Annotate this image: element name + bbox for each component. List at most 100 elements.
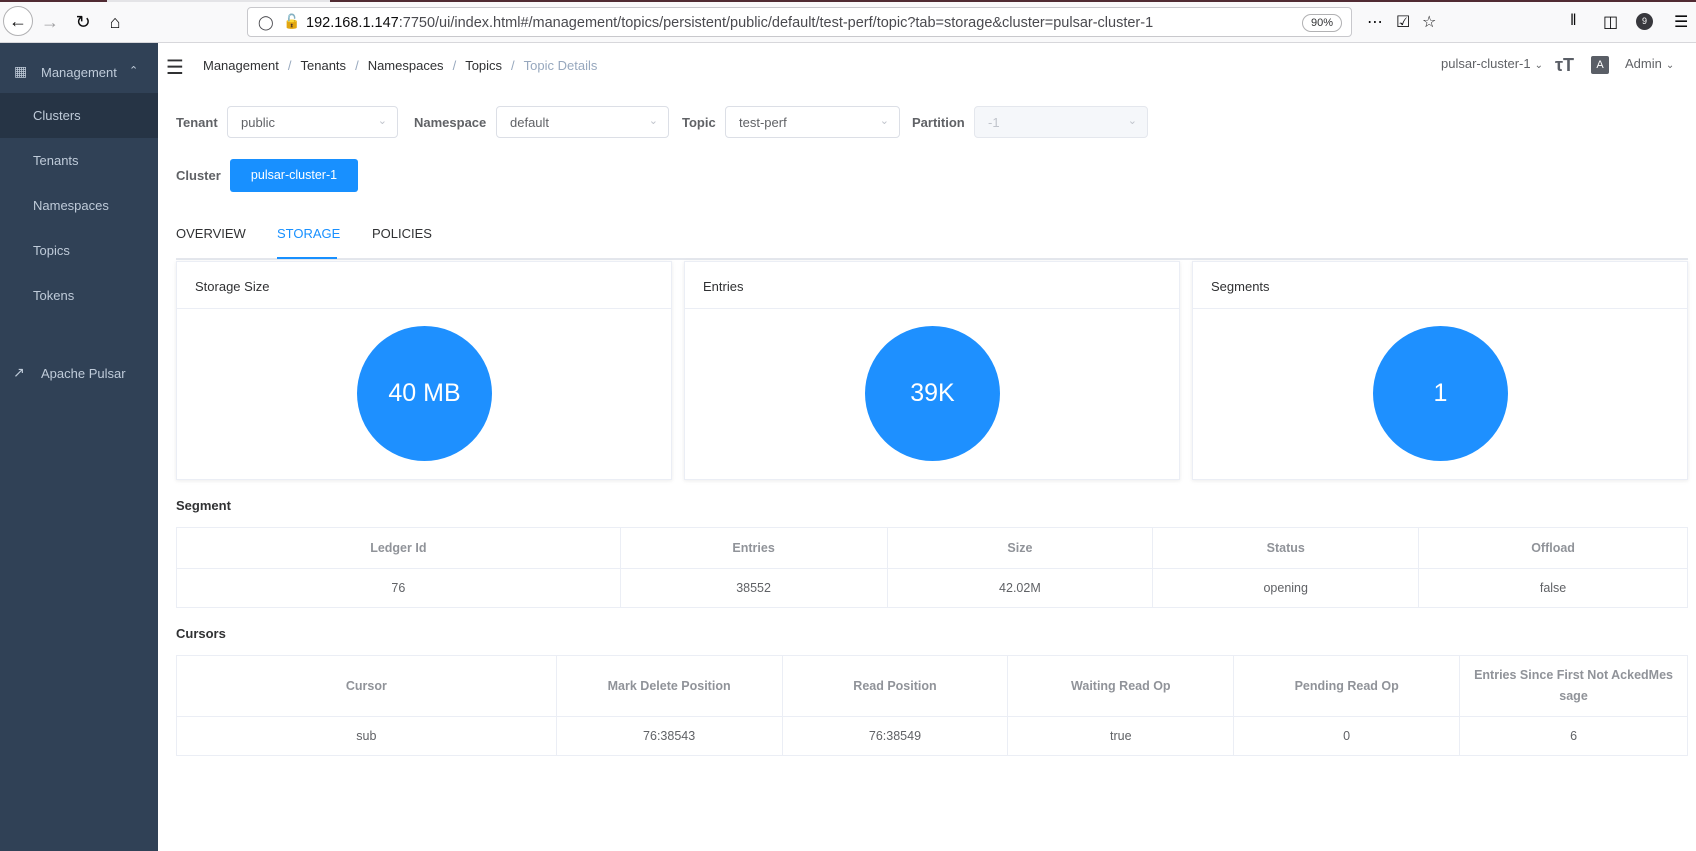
navbar: ☰ Management / Tenants / Namespaces / Topics / T…: [158, 43, 1696, 93]
active-tab-indicator: [277, 257, 337, 259]
partition-select-value: -1: [988, 115, 1000, 130]
cluster-button[interactable]: pulsar-cluster-1: [230, 159, 358, 192]
namespace-select-value: default: [510, 115, 550, 130]
sidebar-toggle-icon[interactable]: ◫: [1603, 12, 1618, 32]
table-header-row: Cursor Mark Delete Position Read Positio…: [176, 655, 1688, 717]
tab-overview[interactable]: OVERVIEW: [176, 226, 246, 241]
cluster-switcher[interactable]: pulsar-cluster-1 ⌄: [1441, 56, 1543, 71]
table-cell: 76:38543: [555, 716, 783, 756]
main-content: Tenant public ⌄ Namespace default ⌄ Topi…: [158, 93, 1696, 851]
column-header[interactable]: Ledger Id: [176, 527, 621, 569]
card-title: Storage Size: [177, 262, 671, 309]
segment-title: Segment: [176, 498, 231, 513]
column-header[interactable]: Cursor: [176, 655, 557, 717]
tenant-label: Tenant: [176, 115, 218, 130]
sidebar-item-tenants[interactable]: Tenants: [0, 138, 158, 183]
sidebar-management-menu[interactable]: ▦ Management ⌃: [0, 53, 158, 91]
reload-button[interactable]: ↻: [69, 8, 97, 36]
topic-label: Topic: [682, 115, 716, 130]
topic-select-value: test-perf: [739, 115, 787, 130]
partition-select[interactable]: -1 ⌄: [974, 106, 1148, 138]
breadcrumb-management[interactable]: Management: [203, 58, 279, 73]
shield-icon[interactable]: ◯: [258, 14, 274, 31]
home-button[interactable]: ⌂: [101, 8, 129, 36]
entries-value: 39K: [865, 326, 1000, 461]
tab-policies[interactable]: POLICIES: [372, 226, 432, 241]
bookmark-star-icon[interactable]: ☆: [1422, 12, 1436, 32]
namespace-label: Namespace: [414, 115, 487, 130]
breadcrumb-topics[interactable]: Topics: [465, 58, 502, 73]
column-header[interactable]: Status: [1152, 527, 1420, 569]
segment-table: Ledger Id Entries Size Status Offload 76…: [176, 527, 1688, 608]
url-text[interactable]: 192.168.1.147:7750/ui/index.html#/manage…: [306, 15, 1153, 31]
extension-badge[interactable]: 9: [1636, 13, 1653, 30]
table-cell: false: [1418, 568, 1688, 608]
breadcrumb-topic-details: Topic Details: [523, 58, 598, 73]
column-header[interactable]: Offload: [1418, 527, 1688, 569]
entries-card: Entries 39K: [684, 261, 1180, 480]
app-menu-icon[interactable]: ☰: [1674, 12, 1688, 32]
address-bar[interactable]: ◯ 🔓 192.168.1.147:7750/ui/index.html#/ma…: [247, 7, 1352, 37]
tenant-select[interactable]: public ⌄: [227, 106, 398, 138]
column-header[interactable]: Waiting Read Op: [1007, 655, 1235, 717]
tab-strip-line: [0, 0, 1696, 2]
cursors-title: Cursors: [176, 626, 226, 641]
reload-icon: ↻: [75, 11, 91, 32]
table-header-row: Ledger Id Entries Size Status Offload: [176, 527, 1688, 569]
sidebar-item-clusters[interactable]: Clusters: [0, 93, 158, 138]
more-actions-icon[interactable]: ⋯: [1367, 12, 1383, 32]
library-icon[interactable]: ‖: [1570, 12, 1577, 30]
cursors-table: Cursor Mark Delete Position Read Positio…: [176, 655, 1688, 756]
pocket-icon[interactable]: ☑: [1396, 12, 1410, 32]
namespace-select[interactable]: default ⌄: [496, 106, 669, 138]
segments-value: 1: [1373, 326, 1508, 461]
table-cell: opening: [1152, 568, 1420, 608]
cluster-switcher-label: pulsar-cluster-1: [1441, 56, 1531, 71]
language-icon[interactable]: A: [1591, 56, 1609, 74]
breadcrumb-namespaces[interactable]: Namespaces: [368, 58, 444, 73]
insecure-lock-icon[interactable]: 🔓: [283, 13, 300, 30]
chevron-down-icon: ⌄: [1665, 60, 1675, 71]
sidebar-item-topics[interactable]: Topics: [0, 228, 158, 273]
chevron-up-icon: ⌃: [129, 65, 139, 77]
column-header[interactable]: Pending Read Op: [1233, 655, 1461, 717]
back-button[interactable]: ←: [3, 6, 33, 36]
card-title: Segments: [1193, 262, 1687, 309]
table-cell: 6: [1459, 716, 1688, 756]
table-cell: 76: [176, 568, 621, 608]
table-cell: 38552: [619, 568, 888, 608]
sidebar-item-apache-pulsar[interactable]: ↗ Apache Pulsar: [0, 364, 158, 404]
tenant-select-value: public: [241, 115, 275, 130]
table-row[interactable]: 76 38552 42.02M opening false: [176, 568, 1688, 608]
breadcrumb: Management / Tenants / Namespaces / Topics / Top…: [203, 58, 598, 73]
sidebar-item-tokens[interactable]: Tokens: [0, 273, 158, 318]
sidebar-item-namespaces[interactable]: Namespaces: [0, 183, 158, 228]
text-size-icon[interactable]: τT: [1555, 55, 1574, 76]
user-name: Admin: [1625, 56, 1662, 71]
home-icon: ⌂: [109, 11, 121, 32]
column-header[interactable]: Size: [886, 527, 1154, 569]
user-menu[interactable]: Admin ⌄: [1625, 56, 1674, 71]
hamburger-icon[interactable]: ☰: [166, 55, 184, 80]
tab-bar: OVERVIEW STORAGE POLICIES: [176, 220, 1688, 260]
forward-button[interactable]: →: [36, 8, 64, 36]
partition-label: Partition: [912, 115, 965, 130]
topic-select[interactable]: test-perf ⌄: [725, 106, 900, 138]
chevron-down-icon: ⌄: [1127, 115, 1137, 127]
column-header[interactable]: Entries Since First Not AckedMes sage: [1459, 655, 1688, 717]
zoom-indicator[interactable]: 90%: [1302, 14, 1342, 32]
arrow-right-icon: →: [41, 11, 59, 32]
arrow-left-icon: ←: [9, 10, 27, 31]
dashboard-icon: ▦: [14, 63, 28, 79]
column-header[interactable]: Mark Delete Position: [555, 655, 783, 717]
column-header[interactable]: Entries: [619, 527, 888, 569]
table-row[interactable]: sub 76:38543 76:38549 true 0 6: [176, 716, 1688, 756]
column-header[interactable]: Read Position: [781, 655, 1009, 717]
storage-size-card: Storage Size 40 MB: [176, 261, 672, 480]
breadcrumb-tenants[interactable]: Tenants: [301, 58, 347, 73]
chevron-down-icon: ⌄: [648, 115, 658, 127]
sidebar-external-label: Apache Pulsar: [41, 366, 126, 381]
tab-storage[interactable]: STORAGE: [277, 226, 340, 241]
sidebar-management-label: Management: [41, 65, 117, 80]
table-cell: 0: [1233, 716, 1461, 756]
